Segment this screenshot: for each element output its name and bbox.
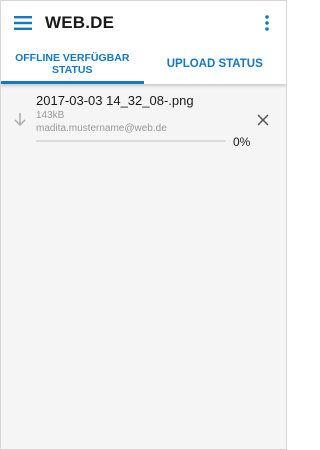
- file-size: 143kB: [36, 110, 65, 121]
- download-list: 2017-03-03 14_32_08-.png 143kB madita.mu…: [1, 84, 286, 449]
- progress-bar: [36, 140, 226, 142]
- tab-upload-status[interactable]: UPLOAD STATUS: [144, 44, 287, 84]
- close-icon: [257, 114, 269, 126]
- account-email: madita.mustername@web.de: [36, 123, 167, 134]
- menu-button[interactable]: [1, 1, 45, 44]
- download-arrow-icon: [14, 113, 26, 126]
- more-vert-icon: [265, 15, 269, 31]
- file-name: 2017-03-03 14_32_08-.png: [36, 93, 194, 108]
- tab-upload-status-label: UPLOAD STATUS: [166, 58, 263, 70]
- list-item[interactable]: 2017-03-03 14_32_08-.png 143kB madita.mu…: [1, 84, 286, 156]
- progress-label: 0%: [233, 135, 251, 149]
- overflow-menu-button[interactable]: [254, 9, 280, 37]
- app-title: WEB.DE: [45, 12, 115, 32]
- app-window: WEB.DE OFFLINE VERFÜGBAR STATUS UPLOAD S…: [0, 0, 287, 450]
- app-bar: WEB.DE: [1, 1, 286, 44]
- tab-offline-status-label: OFFLINE VERFÜGBAR STATUS: [15, 52, 130, 76]
- cancel-download-button[interactable]: [254, 111, 272, 129]
- tab-offline-status[interactable]: OFFLINE VERFÜGBAR STATUS: [1, 44, 144, 84]
- hamburger-menu-icon: [14, 15, 32, 30]
- tab-bar: OFFLINE VERFÜGBAR STATUS UPLOAD STATUS: [1, 44, 286, 84]
